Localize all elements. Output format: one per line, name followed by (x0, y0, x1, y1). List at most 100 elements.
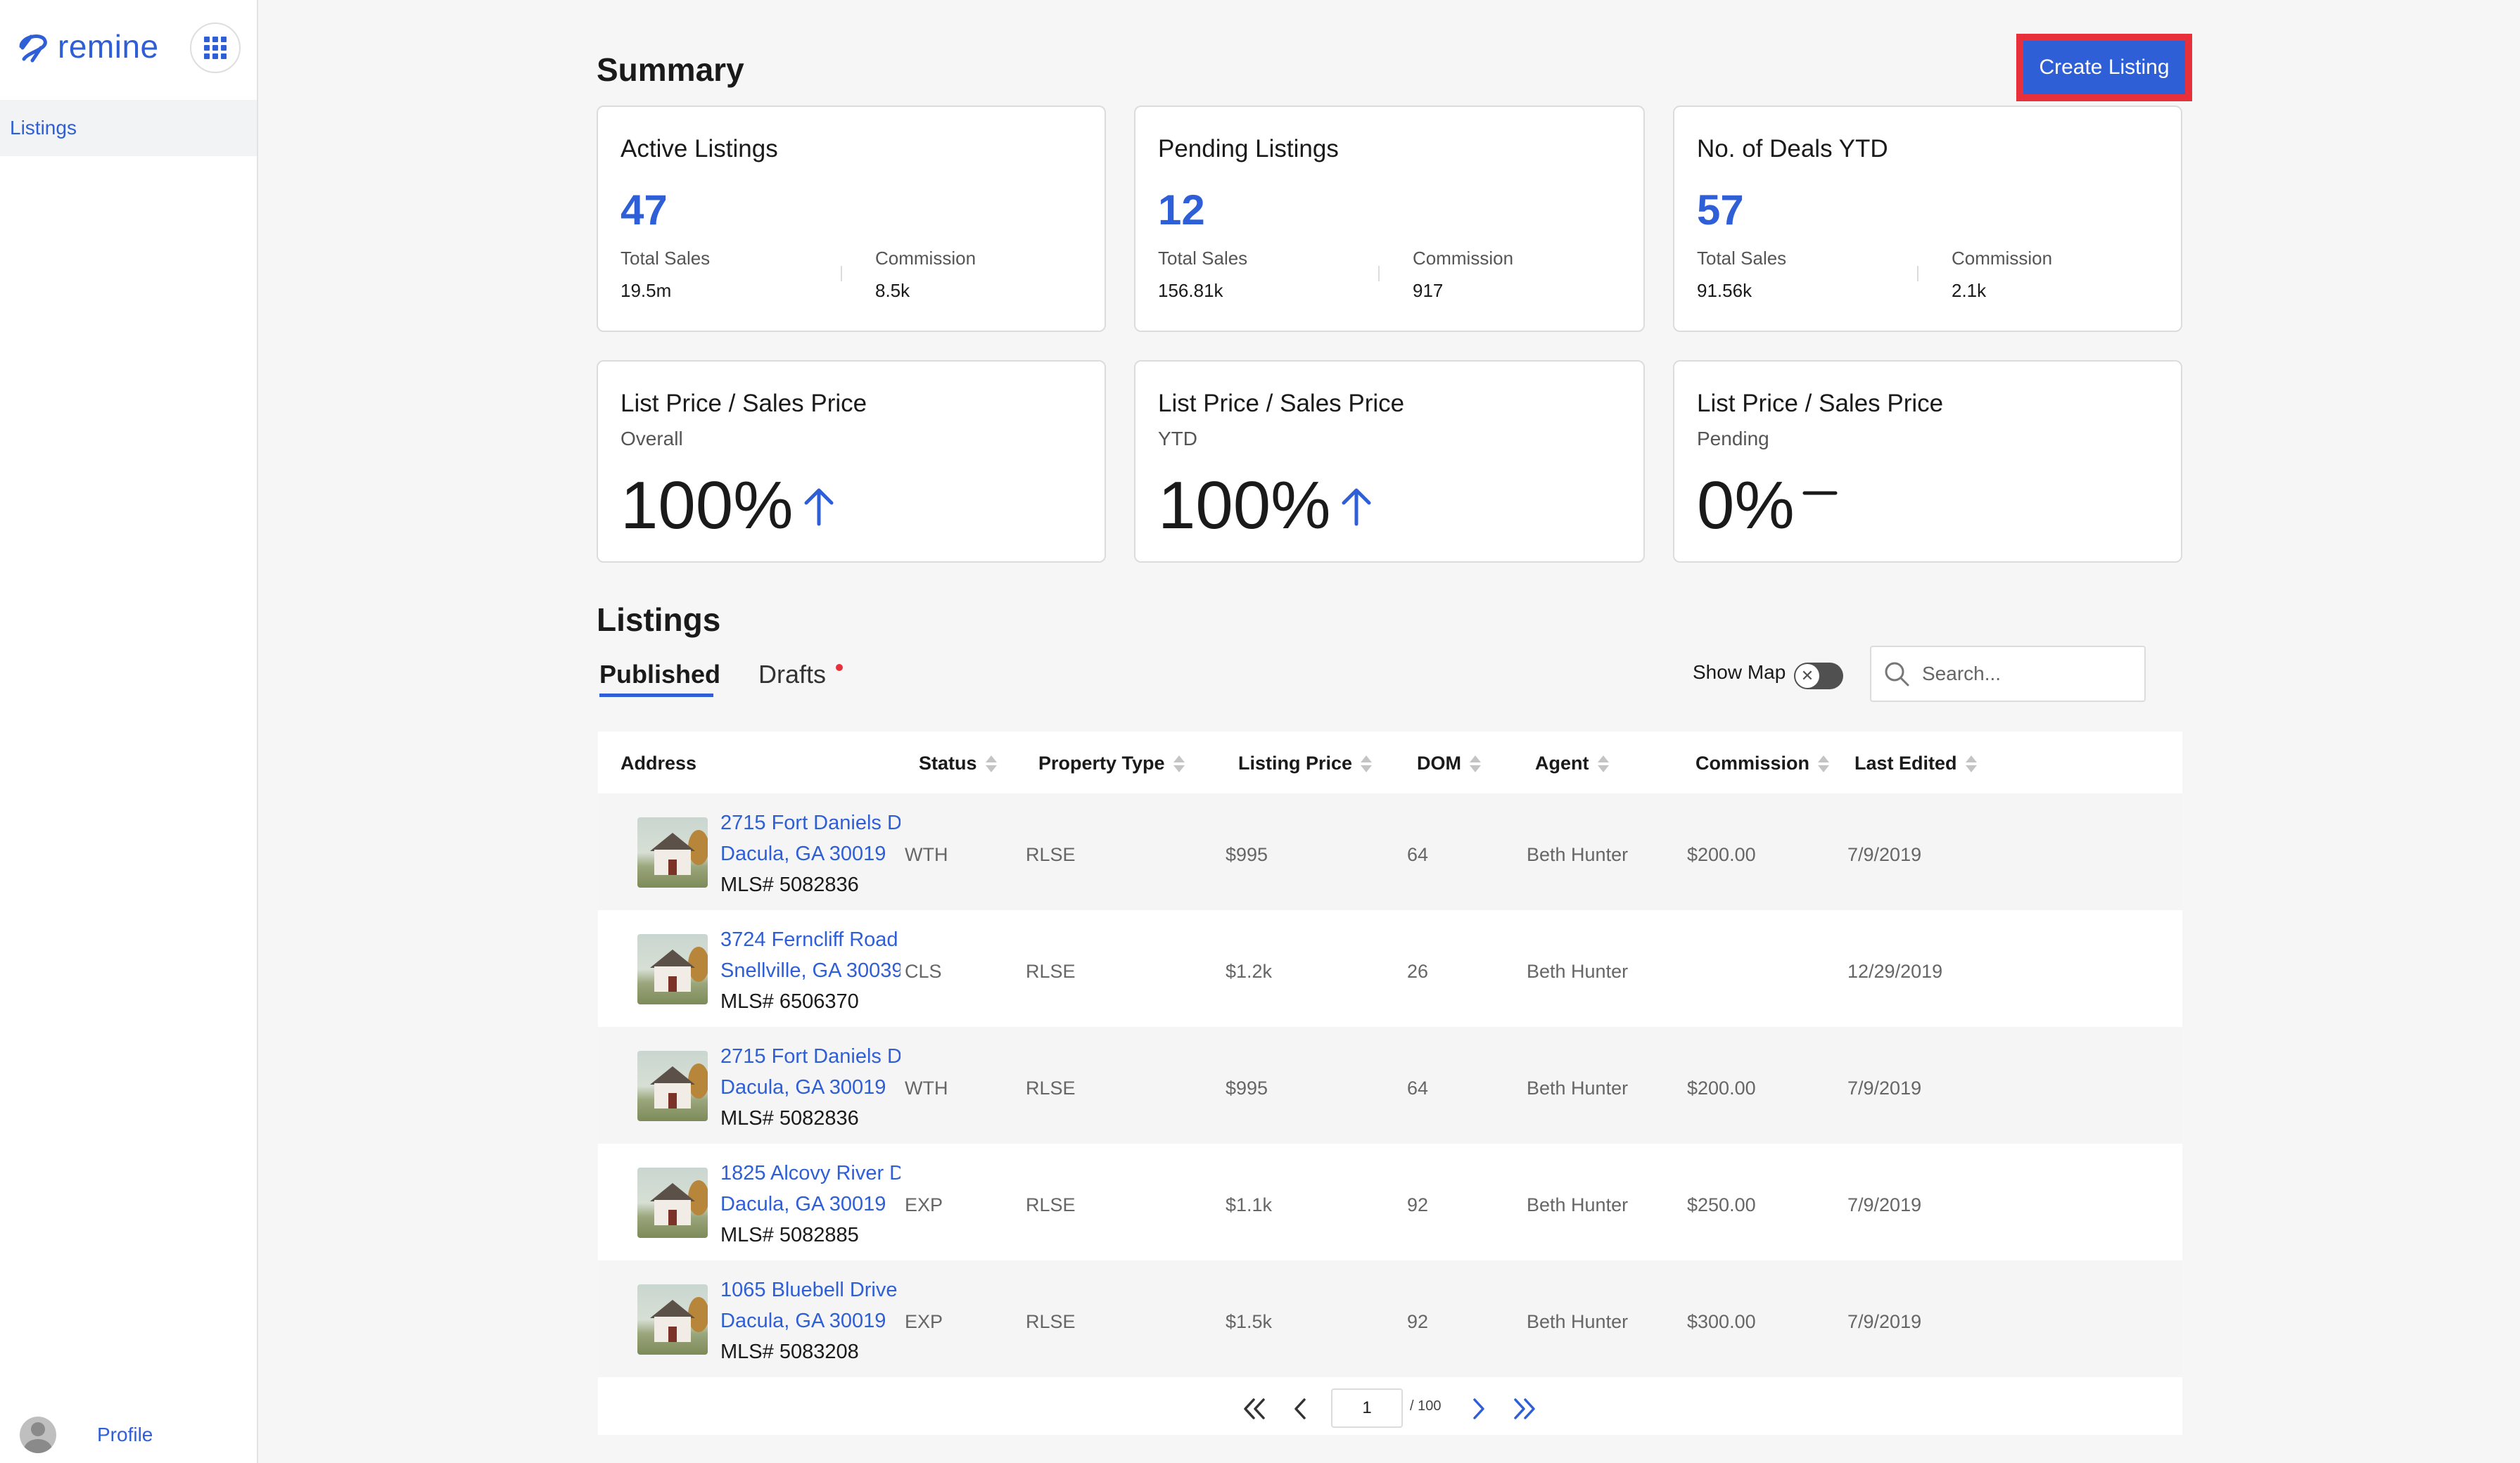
last-edited-cell: 7/9/2019 (1847, 1194, 1921, 1216)
sort-icon (1470, 755, 1481, 772)
address-line-2[interactable]: Dacula, GA 30019 (720, 843, 901, 866)
card-title: List Price / Sales Price (1697, 390, 1943, 418)
address-line-1[interactable]: 1825 Alcovy River Drive (720, 1162, 901, 1185)
column-header-status[interactable]: Status (919, 753, 997, 774)
pagination: / 100 (598, 1383, 2182, 1435)
address-line-1[interactable]: 2715 Fort Daniels Drive (720, 812, 901, 835)
mls-number: MLS# 6506370 (720, 990, 859, 1014)
mls-number: MLS# 5083208 (720, 1341, 859, 1364)
agent-cell: Beth Hunter (1527, 1194, 1628, 1216)
up-arrow-icon (1337, 485, 1376, 527)
column-header-commission[interactable]: Commission (1695, 753, 1829, 774)
address-line-1[interactable]: 3724 Ferncliff Road (720, 928, 901, 952)
divider (1378, 266, 1380, 281)
status-cell: WTH (905, 1078, 948, 1099)
up-arrow-icon (799, 485, 839, 527)
show-map-toggle[interactable]: ✕ (1794, 663, 1843, 689)
card-value: 57 (1697, 186, 1744, 234)
table-row[interactable]: 1825 Alcovy River Drive Dacula, GA 30019… (598, 1144, 2182, 1260)
search-box[interactable] (1870, 646, 2146, 702)
commission-label: Commission (1413, 248, 1513, 269)
column-header-listing-price[interactable]: Listing Price (1238, 753, 1372, 774)
divider (1917, 266, 1918, 281)
address-line-2[interactable]: Dacula, GA 30019 (720, 1193, 901, 1216)
logo[interactable]: remine (14, 25, 159, 68)
column-header-dom[interactable]: DOM (1417, 753, 1481, 774)
property-thumbnail[interactable] (637, 1168, 708, 1238)
commission-cell: $200.00 (1687, 844, 1756, 866)
address-line-2[interactable]: Dacula, GA 30019 (720, 1310, 901, 1333)
card-subtitle: YTD (1158, 428, 1197, 450)
sort-icon (1361, 755, 1372, 772)
last-edited-cell: 7/9/2019 (1847, 1078, 1921, 1099)
property-thumbnail[interactable] (637, 934, 708, 1004)
column-header-property-type[interactable]: Property Type (1038, 753, 1185, 774)
apps-menu-button[interactable] (190, 23, 241, 73)
tab-published[interactable]: Published (599, 660, 720, 689)
show-map-label: Show Map (1693, 661, 1786, 684)
address-line-2[interactable]: Dacula, GA 30019 (720, 1076, 901, 1099)
ratio-value-row: 100% (1158, 467, 1376, 544)
divider (841, 266, 842, 281)
address-line-1[interactable]: 2715 Fort Daniels Drive (720, 1045, 901, 1068)
create-listing-label: Create Listing (2023, 41, 2185, 94)
total-sales-label: Total Sales (1158, 248, 1247, 269)
address-line-1[interactable]: 1065 Bluebell Drive (720, 1279, 901, 1302)
page-number-input[interactable] (1331, 1388, 1403, 1428)
sort-icon (1173, 755, 1185, 772)
prev-page-icon[interactable] (1292, 1397, 1310, 1421)
column-header-last-edited[interactable]: Last Edited (1854, 753, 1977, 774)
search-input[interactable] (1922, 663, 2133, 685)
dom-cell: 92 (1407, 1194, 1428, 1216)
column-header-address: Address (621, 753, 696, 774)
search-icon (1883, 660, 1911, 688)
property-thumbnail[interactable] (637, 817, 708, 888)
listing-price-cell: $1.5k (1226, 1311, 1272, 1333)
property-thumbnail[interactable] (637, 1051, 708, 1121)
commission-value: 917 (1413, 280, 1443, 302)
card-title: Pending Listings (1158, 135, 1339, 163)
first-page-icon[interactable] (1240, 1397, 1268, 1421)
table-row[interactable]: 1065 Bluebell Drive Dacula, GA 30019 MLS… (598, 1260, 2182, 1377)
property-type-cell: RLSE (1026, 844, 1076, 866)
ratio-value: 100% (621, 467, 794, 544)
sidebar-item-label: Listings (10, 117, 77, 139)
commission-label: Commission (875, 248, 976, 269)
status-cell: EXP (905, 1194, 943, 1216)
remine-logo-icon (14, 27, 52, 66)
status-cell: CLS (905, 961, 942, 983)
last-page-icon[interactable] (1511, 1397, 1539, 1421)
property-type-cell: RLSE (1026, 1311, 1076, 1333)
ratio-value-row: 100% (621, 467, 839, 544)
agent-cell: Beth Hunter (1527, 844, 1628, 866)
mls-number: MLS# 5082885 (720, 1224, 859, 1247)
commission-cell: $250.00 (1687, 1194, 1756, 1216)
tab-drafts[interactable]: Drafts (758, 660, 826, 689)
property-thumbnail[interactable] (637, 1284, 708, 1355)
create-listing-button[interactable]: Create Listing (2016, 34, 2192, 101)
next-page-icon[interactable] (1469, 1397, 1487, 1421)
ratio-card-overall: List Price / Sales Price Overall 100% (597, 360, 1106, 563)
commission-cell: $300.00 (1687, 1311, 1756, 1333)
card-subtitle: Overall (621, 428, 683, 450)
listings-table: Address Status Property Type Listing Pri… (598, 732, 2182, 1435)
total-sales-label: Total Sales (1697, 248, 1786, 269)
commission-cell: $200.00 (1687, 1078, 1756, 1099)
address-line-2[interactable]: Snellville, GA 30039 (720, 959, 901, 983)
table-row[interactable]: 3724 Ferncliff Road Snellville, GA 30039… (598, 910, 2182, 1027)
ratio-value: 100% (1158, 467, 1331, 544)
ratio-card-ytd: List Price / Sales Price YTD 100% (1134, 360, 1645, 563)
listing-price-cell: $1.2k (1226, 961, 1272, 983)
dom-cell: 26 (1407, 961, 1428, 983)
ratio-value: 0% (1697, 467, 1795, 544)
toggle-off-icon: ✕ (1795, 664, 1819, 688)
profile-link[interactable]: Profile (20, 1417, 153, 1453)
sidebar-item-listings[interactable]: Listings (0, 100, 257, 156)
sort-icon (1966, 755, 1977, 772)
table-row[interactable]: 2715 Fort Daniels Drive Dacula, GA 30019… (598, 793, 2182, 910)
column-header-agent[interactable]: Agent (1535, 753, 1609, 774)
table-row[interactable]: 2715 Fort Daniels Drive Dacula, GA 30019… (598, 1027, 2182, 1144)
agent-cell: Beth Hunter (1527, 961, 1628, 983)
commission-value: 2.1k (1952, 280, 1986, 302)
last-edited-cell: 7/9/2019 (1847, 844, 1921, 866)
